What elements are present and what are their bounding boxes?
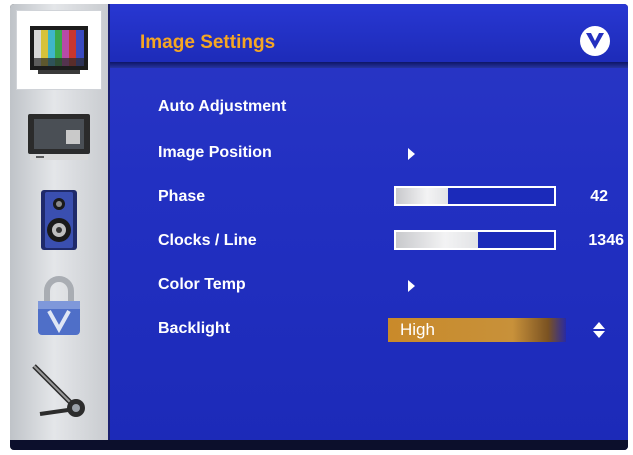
chevron-right-icon: [408, 148, 415, 160]
sidebar-item-setup[interactable]: [16, 350, 102, 430]
up-down-arrow-icon[interactable]: [592, 322, 606, 338]
menu-item-clocks-line[interactable]: Clocks / Line: [158, 232, 257, 250]
menu-item-image-position[interactable]: Image Position: [158, 144, 272, 162]
sidebar-item-audio[interactable]: [16, 180, 102, 260]
menu-item-auto-adjustment[interactable]: Auto Adjustment: [158, 98, 286, 116]
lock-icon: [38, 276, 80, 335]
chevron-right-icon: [408, 280, 415, 292]
clocks-line-slider-fill: [396, 232, 479, 248]
sidebar-item-picture[interactable]: [16, 10, 102, 90]
main-panel: Image Settings Auto Adjustment Image Pos…: [108, 4, 628, 450]
phase-slider[interactable]: [394, 186, 556, 206]
clocks-line-value: 1346: [588, 232, 624, 249]
monitor-icon: [28, 114, 90, 160]
menu-item-color-temp[interactable]: Color Temp: [158, 276, 246, 294]
header-divider: [110, 62, 628, 68]
osd-window: Image Settings Auto Adjustment Image Pos…: [10, 4, 628, 450]
sidebar-item-lock[interactable]: [16, 266, 102, 346]
menu-item-backlight[interactable]: Backlight: [158, 320, 230, 338]
page-title: Image Settings: [140, 32, 276, 53]
wrench-icon: [32, 364, 85, 417]
clocks-line-slider[interactable]: [394, 230, 556, 250]
bottom-strip: [10, 440, 628, 450]
tv-color-bars-icon: [30, 26, 88, 74]
vizio-logo-icon: [580, 26, 610, 56]
sidebar-item-input[interactable]: [16, 96, 102, 176]
sidebar: [10, 4, 108, 450]
speaker-icon: [41, 190, 77, 250]
backlight-select[interactable]: High: [388, 318, 566, 342]
phase-value: 42: [590, 188, 608, 205]
phase-slider-fill: [396, 188, 449, 204]
menu-item-phase[interactable]: Phase: [158, 188, 205, 206]
